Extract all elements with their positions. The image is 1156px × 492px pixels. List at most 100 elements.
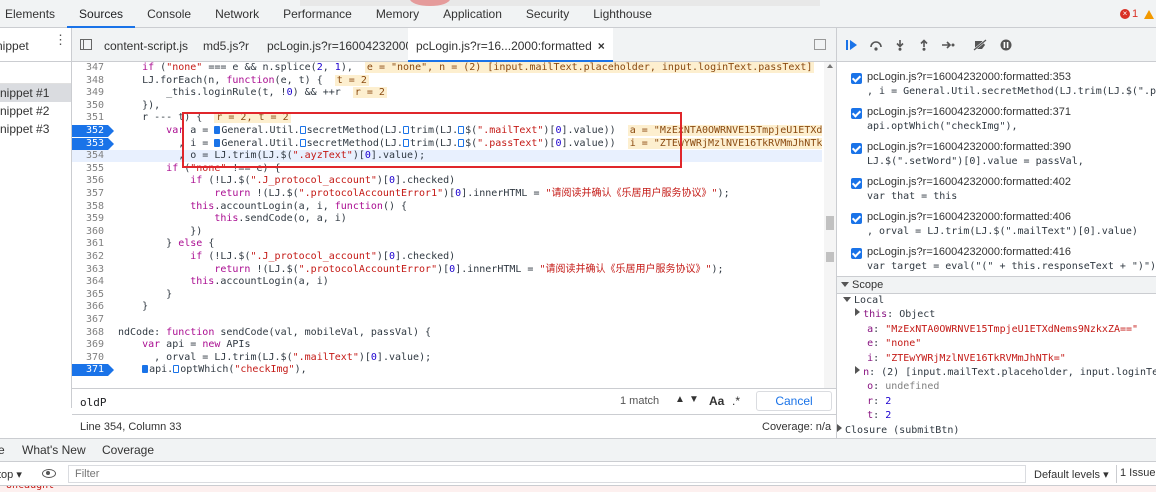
line-number[interactable]: 367 [72, 314, 108, 326]
match-case-button[interactable]: Aa [709, 394, 724, 408]
code-line[interactable]: 353 , i = General.Util. secretMethod(LJ. t… [72, 137, 822, 150]
line-number[interactable]: 365 [72, 289, 108, 301]
line-number[interactable]: 370 [72, 352, 108, 364]
snippet-item[interactable]: nippet #3 [0, 120, 71, 138]
line-number[interactable]: 361 [72, 238, 108, 250]
breakpoint-checkbox[interactable] [851, 73, 862, 84]
line-number[interactable]: 348 [72, 75, 108, 87]
resume-icon[interactable] [845, 39, 859, 51]
code-line[interactable]: 357 return !(LJ.$(".protocolAccountError… [72, 188, 822, 200]
scope-var-row[interactable]: r: 2 [837, 395, 1156, 409]
navigator-label[interactable]: nippet [0, 39, 29, 53]
step-icon[interactable] [941, 39, 955, 51]
code-line[interactable]: 347 if ("none" === e && n.splice(2, 1), … [72, 62, 822, 74]
line-number[interactable]: 359 [72, 213, 108, 225]
line-number[interactable]: 356 [72, 175, 108, 187]
file-tab-content-script[interactable]: content-script.js [104, 28, 188, 62]
pause-on-exceptions-icon[interactable] [999, 39, 1013, 51]
code-line[interactable]: 352 var a = General.Util. secretMethod(LJ… [72, 125, 822, 137]
breakpoint-line-number[interactable]: 353 [72, 137, 114, 150]
breakpoint-item[interactable]: pcLogin.js?r=16004232000:formatted:390 LJ… [837, 138, 1156, 173]
tab-console[interactable]: Console [135, 0, 203, 28]
line-number[interactable]: 350 [72, 100, 108, 112]
toggle-navigator-icon[interactable] [80, 39, 92, 50]
code-line[interactable]: 370 , orval = LJ.trim(LJ.$(".mailText")[… [72, 352, 822, 364]
code-line[interactable]: 367 [72, 314, 822, 326]
tab-elements[interactable]: Elements [0, 0, 67, 28]
closure-scope-row[interactable]: Closure (submitBtn) [837, 423, 1156, 438]
line-number[interactable]: 363 [72, 264, 108, 276]
line-number[interactable]: 347 [72, 62, 108, 74]
tab-application[interactable]: Application [431, 0, 514, 28]
tab-security[interactable]: Security [514, 0, 581, 28]
line-number[interactable]: 355 [72, 163, 108, 175]
chevron-down-icon[interactable]: ▼ [689, 394, 699, 405]
code-line[interactable]: 363 return !(LJ.$(".protocolAccountError… [72, 264, 822, 276]
line-number[interactable]: 369 [72, 339, 108, 351]
scope-var-row[interactable]: o: undefined [837, 380, 1156, 394]
find-input[interactable] [74, 392, 674, 412]
snippet-item[interactable]: nippet #1 [0, 84, 71, 102]
breakpoint-line-number[interactable]: 352 [72, 125, 114, 137]
toggle-debugger-icon[interactable] [814, 39, 826, 50]
file-tab-pclogin-formatted[interactable]: pcLogin.js?r=16...2000:formatted × [408, 28, 613, 62]
breakpoint-checkbox[interactable] [851, 178, 862, 189]
code-line[interactable]: 358 this.accountLogin(a, i, function() { [72, 201, 822, 213]
log-levels-dropdown[interactable]: Default levels ▾ [1034, 468, 1109, 481]
scope-section-header[interactable]: Scope [837, 276, 1156, 294]
code-line[interactable]: 360 }) [72, 226, 822, 238]
breakpoint-line-number[interactable]: 371 [72, 364, 114, 377]
drawer-tab-console[interactable]: e [0, 439, 5, 462]
breakpoint-checkbox[interactable] [851, 108, 862, 119]
line-number[interactable]: 354 [72, 150, 108, 162]
code-line[interactable]: 355 if ("none" !== e) { [72, 163, 822, 175]
line-number[interactable]: 362 [72, 251, 108, 263]
breakpoint-checkbox[interactable] [851, 213, 862, 224]
scope-var-row[interactable]: e: "none" [837, 337, 1156, 351]
deactivate-breakpoints-icon[interactable] [973, 39, 987, 51]
regex-button[interactable]: .* [732, 394, 740, 408]
breakpoint-item[interactable]: pcLogin.js?r=16004232000:formatted:416 va… [837, 243, 1156, 278]
breakpoint-checkbox[interactable] [851, 143, 862, 154]
breakpoint-item[interactable]: pcLogin.js?r=16004232000:formatted:353 , … [837, 68, 1156, 103]
code-line[interactable]: 348 LJ.forEach(n, function(e, t) { t = 2 [72, 74, 822, 87]
line-number[interactable]: 351 [72, 112, 108, 124]
local-scope-row[interactable]: Local [837, 294, 1156, 308]
code-line[interactable]: 350 }), [72, 100, 822, 112]
line-number[interactable]: 358 [72, 201, 108, 213]
code-line[interactable]: 368 ndCode: function sendCode(val, mobile… [72, 327, 822, 339]
drawer-tab-coverage[interactable]: Coverage [102, 439, 154, 462]
line-number[interactable]: 366 [72, 301, 108, 313]
more-options-icon[interactable]: ⋮ [54, 33, 67, 46]
live-expression-eye-icon[interactable] [42, 469, 56, 478]
step-out-icon[interactable] [917, 39, 931, 51]
context-selector[interactable]: top ▾ [0, 468, 22, 481]
line-number[interactable]: 357 [72, 188, 108, 200]
tab-lighthouse[interactable]: Lighthouse [581, 0, 664, 28]
code-line[interactable]: 354 , o = LJ.trim(LJ.$(".ayzText")[0].va… [72, 150, 822, 163]
tab-performance[interactable]: Performance [271, 0, 364, 28]
issues-button[interactable]: 1 Issue [1120, 467, 1155, 479]
breakpoint-item[interactable]: pcLogin.js?r=16004232000:formatted:371 ap… [837, 103, 1156, 138]
line-number[interactable]: 364 [72, 276, 108, 288]
cancel-button[interactable]: Cancel [756, 391, 832, 411]
scope-this-row[interactable]: this: Object [837, 308, 1156, 322]
scrollbar-thumb[interactable] [826, 216, 834, 230]
tab-network[interactable]: Network [203, 0, 271, 28]
console-filter-input[interactable] [68, 465, 1026, 483]
file-tab-md5[interactable]: md5.js?r [203, 28, 249, 62]
new-snippet-row[interactable] [0, 62, 71, 84]
tab-sources[interactable]: Sources [67, 0, 136, 28]
scope-var-row[interactable]: i: "ZTEwYWRjMzlNVE16TkRVMmJhNTk=" [837, 352, 1156, 366]
scope-var-row[interactable]: a: "MzExNTA0OWRNVE15TmpjeU1ETXdNems9Nzkx… [837, 323, 1156, 337]
code-line[interactable]: 356 if (!LJ.$(".J_protocol_account")[0].… [72, 175, 822, 187]
editor-scrollbar[interactable] [824, 62, 836, 402]
file-tab-pclogin[interactable]: pcLogin.js?r=16004232000 [267, 28, 412, 62]
close-tab-icon[interactable]: × [598, 39, 605, 53]
code-line[interactable]: 369 var api = new APIs [72, 339, 822, 351]
code-line[interactable]: 361 } else { [72, 238, 822, 250]
code-line[interactable]: 371 api. optWhich("checkImg"), [72, 364, 822, 377]
chevron-up-icon[interactable]: ▲ [675, 394, 685, 405]
code-line[interactable]: 362 if (!LJ.$(".J_protocol_account")[0].… [72, 251, 822, 263]
code-view[interactable]: 347 if ("none" === e && n.splice(2, 1), … [72, 62, 822, 402]
